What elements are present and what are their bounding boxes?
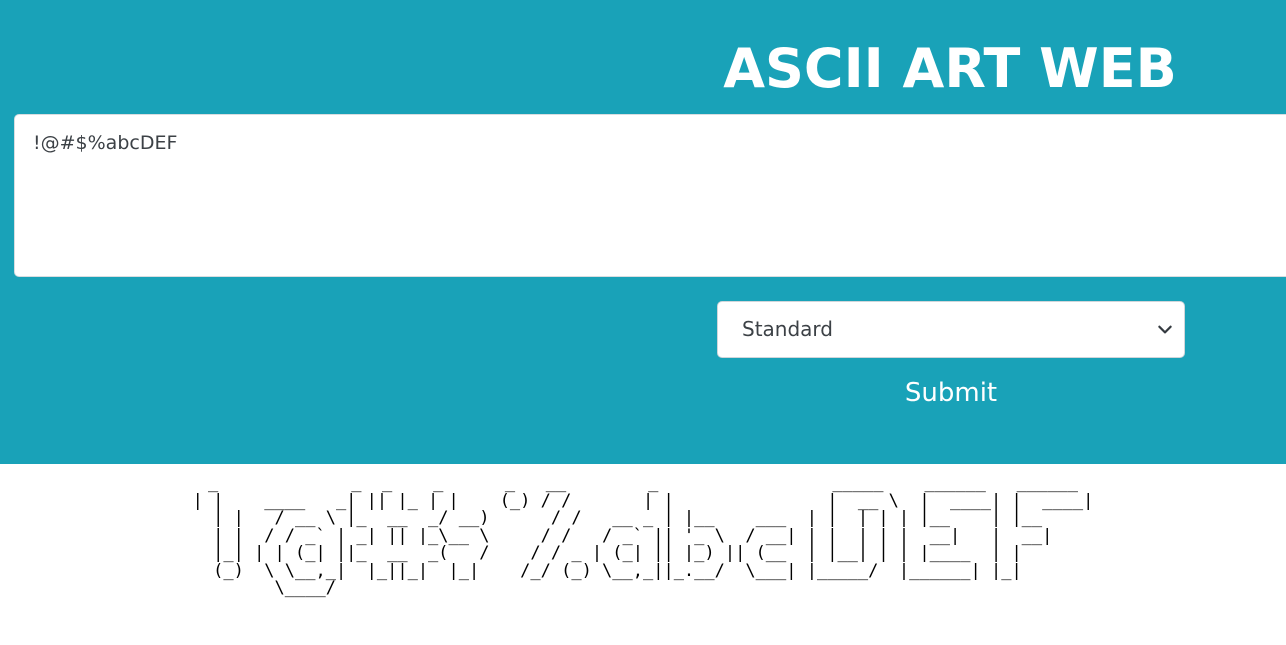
submit-button[interactable]: Submit — [850, 370, 1052, 416]
header-banner: ASCII ART WEB Standard Submit — [0, 0, 1286, 464]
chevron-down-icon — [1158, 325, 1172, 334]
font-select[interactable]: Standard — [717, 301, 1185, 358]
font-select-value: Standard — [742, 317, 833, 341]
ascii-art-output: _ _ _ _ _ __ _ _____ ______ ______ | | _… — [192, 475, 1094, 598]
text-input[interactable] — [14, 114, 1286, 277]
page-title: ASCII ART WEB — [723, 37, 1177, 100]
